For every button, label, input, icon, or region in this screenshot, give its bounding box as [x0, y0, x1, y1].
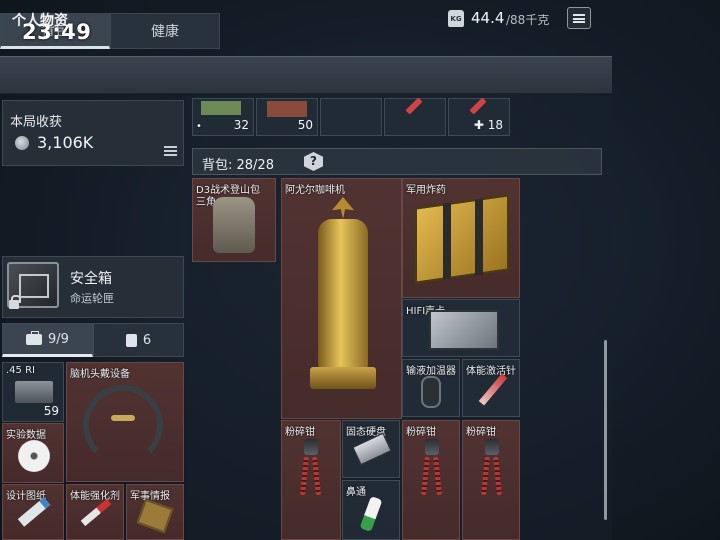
- syringe-image: [80, 498, 112, 527]
- item-label: .45 RI: [6, 365, 35, 376]
- income-value: 3,106K: [37, 133, 94, 152]
- tab-pouch[interactable]: 9/9: [2, 323, 93, 357]
- item-ssd[interactable]: 固态硬盘: [342, 420, 400, 478]
- item-count-value: 18: [487, 118, 503, 132]
- top-item-4[interactable]: [384, 97, 446, 136]
- item-stim-injector[interactable]: 体能激活针: [462, 359, 520, 417]
- list-view-button[interactable]: [567, 7, 591, 29]
- item-count: 50: [297, 118, 313, 132]
- tab-pouch-label: 9/9: [48, 331, 69, 347]
- explosives-strap: [443, 202, 451, 280]
- explosives-strap: [475, 198, 483, 276]
- backpack-image: [213, 197, 255, 253]
- item-hifi-card[interactable]: HIFI声卡: [402, 299, 520, 357]
- item-prefix: •: [196, 121, 202, 132]
- item-pliers-2[interactable]: 粉碎钳: [402, 420, 460, 540]
- item-coffee-machine[interactable]: 阿尤尔咖啡机: [281, 178, 402, 419]
- pliers-handle: [312, 456, 321, 496]
- item-nasal-spray[interactable]: 鼻通: [342, 480, 400, 540]
- container-tabs: 9/9 6: [2, 323, 184, 357]
- pliers-handle: [481, 456, 490, 496]
- pouch-item-ammo[interactable]: .45 RI 59: [2, 362, 64, 422]
- income-details-icon[interactable]: [164, 146, 177, 156]
- item-pliers-3[interactable]: 粉碎钳: [462, 420, 520, 540]
- pliers-jaw: [304, 439, 318, 455]
- backpack-capacity: 背包: 28/28: [202, 158, 274, 173]
- intel-image: [136, 498, 174, 534]
- item-image: [267, 101, 307, 117]
- item-count: 59: [43, 404, 59, 418]
- item-prefix: ✚: [473, 118, 484, 132]
- tab-health[interactable]: 健康: [110, 13, 220, 49]
- coffee-machine-image: [318, 219, 368, 369]
- item-label: 粉碎钳: [466, 427, 496, 438]
- safebox-name: 安全箱: [70, 271, 112, 287]
- item-label: 实验数据: [6, 430, 46, 441]
- backpack-scrollbar[interactable]: [604, 340, 607, 520]
- safebox-subtitle: 命运轮匣: [70, 292, 114, 305]
- header-bar: [0, 56, 612, 94]
- lock-icon: [9, 295, 21, 309]
- pliers-handle: [433, 456, 442, 496]
- item-image: [405, 97, 423, 115]
- item-label: 粉碎钳: [285, 427, 315, 438]
- item-pliers-1[interactable]: 粉碎钳: [281, 420, 341, 540]
- spray-image: [359, 495, 383, 533]
- item-label: 输液加温器: [406, 366, 456, 377]
- headset-image: [83, 385, 163, 465]
- pouch-item-blueprint[interactable]: 设计图纸: [2, 484, 64, 540]
- pouch-item-stim[interactable]: 体能强化剂: [66, 484, 124, 540]
- eagle-ornament: [332, 197, 354, 219]
- item-label: 粉碎钳: [406, 427, 436, 438]
- pouch-item-lab-data[interactable]: 实验数据: [2, 423, 64, 483]
- pouch-item-intel[interactable]: 军事情报: [126, 484, 184, 540]
- item-image: [469, 97, 487, 115]
- soundcard-image: [429, 310, 499, 350]
- disc-image: [18, 440, 50, 472]
- warmer-image: [421, 376, 441, 408]
- item-label: 阿尤尔咖啡机: [285, 185, 345, 196]
- item-label: 体能强化剂: [70, 491, 120, 502]
- item-label: 鼻通: [346, 487, 366, 498]
- weight-current: 44.4: [471, 9, 505, 27]
- page-title: 个人物资: [12, 13, 68, 29]
- canister-icon: [125, 333, 137, 347]
- top-item-5[interactable]: ✚ 18: [448, 97, 510, 136]
- item-image: [201, 101, 241, 115]
- pliers-handle: [421, 456, 430, 496]
- top-item-3[interactable]: [320, 98, 382, 136]
- kettlebell-icon: KG: [448, 10, 464, 27]
- item-count: 32: [233, 118, 249, 132]
- coin-icon: [15, 136, 29, 150]
- item-label: 体能激活针: [466, 366, 516, 377]
- weight-max: /88千克: [506, 13, 550, 27]
- explosives-image: [415, 194, 509, 284]
- income-label: 本局收获: [10, 115, 63, 130]
- ammo-box-image: [15, 381, 53, 403]
- pliers-handle: [493, 456, 502, 496]
- briefcase-icon: [26, 330, 43, 345]
- item-label: 军用炸药: [406, 185, 446, 196]
- coffee-machine-base: [310, 367, 376, 389]
- item-count: ✚ 18: [474, 118, 503, 132]
- tab-canister[interactable]: 6: [93, 323, 184, 357]
- item-military-explosives[interactable]: 军用炸药: [402, 178, 520, 298]
- tab-canister-label: 6: [142, 332, 152, 348]
- pouch-item-bci-headset[interactable]: 脑机头戴设备: [66, 362, 184, 482]
- pliers-jaw: [425, 439, 439, 455]
- list-icon: [573, 13, 585, 23]
- pliers-jaw: [485, 439, 499, 455]
- top-item-1[interactable]: • 32: [192, 98, 254, 136]
- item-label: 脑机头戴设备: [70, 369, 130, 380]
- equipped-backpack[interactable]: D3战术登山包 三角: [192, 178, 276, 262]
- headset-band: [111, 415, 135, 421]
- item-infusion-warmer[interactable]: 输液加温器: [402, 359, 460, 417]
- pliers-handle: [300, 456, 309, 496]
- injector-image: [478, 373, 508, 406]
- top-item-2[interactable]: 50: [256, 98, 318, 136]
